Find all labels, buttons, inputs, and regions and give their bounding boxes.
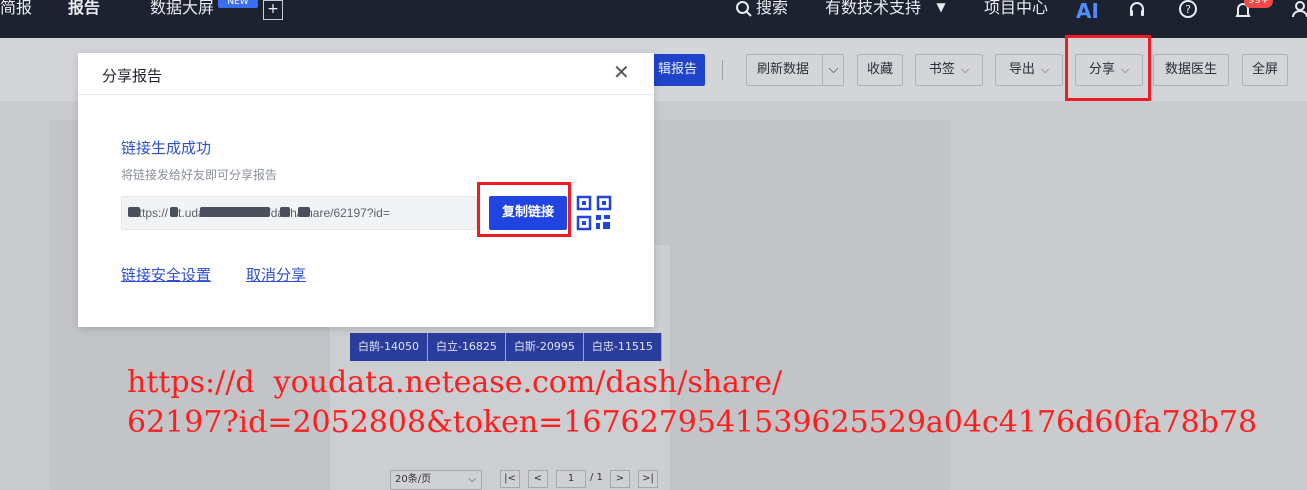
copy-highlight-frame: [477, 182, 571, 237]
share-hint: 将链接发给好友即可分享报告: [121, 168, 278, 182]
qr-code-icon[interactable]: [576, 195, 612, 231]
add-icon[interactable]: +: [263, 0, 283, 20]
nav-item-brief[interactable]: 简报: [0, 0, 32, 36]
nav-support[interactable]: 有数技术支持: [825, 0, 921, 36]
overlay-url-line-1: https://d youdata.netease.com/dash/share…: [127, 365, 783, 400]
link-security-settings-link[interactable]: 链接安全设置: [121, 264, 211, 285]
page-size-select[interactable]: 20条/页 ⌵: [390, 470, 482, 490]
redaction-mark: [200, 207, 270, 217]
nav-item-dashboard[interactable]: 数据大屏: [150, 0, 214, 36]
nav-search[interactable]: 搜索: [756, 0, 788, 36]
page-size-label: 20条/页: [395, 474, 432, 485]
refresh-data-label: 刷新数据: [757, 62, 810, 77]
overlay-url-line-2: 62197?id=2052808&token=16762795415396255…: [127, 405, 1258, 440]
modal-title: 分享报告: [102, 67, 163, 85]
user-icon[interactable]: [1289, 0, 1307, 22]
chevron-down-icon: ⌵: [1040, 63, 1050, 76]
refresh-data-button[interactable]: 刷新数据 ⌵: [746, 54, 844, 86]
headset-icon[interactable]: [1126, 0, 1148, 22]
name-tag[interactable]: 白鹄-14050: [350, 333, 428, 361]
redaction-mark: [170, 207, 178, 217]
notification-badge: 99+: [1244, 0, 1274, 8]
nav-project-center[interactable]: 项目中心: [984, 0, 1048, 36]
redaction-mark: [128, 207, 140, 217]
link-success-title: 链接生成成功: [121, 139, 212, 157]
share-link-field[interactable]: https:// dt.udata.neteas m/dash/share/62…: [121, 196, 477, 230]
redaction-mark: [280, 207, 290, 217]
first-page-button[interactable]: |<: [500, 470, 520, 488]
name-tag[interactable]: 白立-16825: [427, 333, 506, 361]
last-page-button[interactable]: >|: [638, 470, 658, 488]
prev-page-button[interactable]: <: [528, 470, 548, 488]
bookmark-label: 书签: [928, 62, 955, 77]
nav-item-report[interactable]: 报告: [68, 0, 100, 36]
top-nav: 简报 报告 数据大屏 NEW + 搜索 有数技术支持 ▼ 项目中心 AI ? 9…: [0, 0, 1307, 38]
chevron-down-icon: ⌵: [468, 474, 476, 485]
svg-text:?: ?: [1185, 3, 1191, 16]
cancel-share-link[interactable]: 取消分享: [246, 264, 306, 285]
share-highlight-frame: [1065, 35, 1151, 101]
caret-down-icon[interactable]: ▼: [930, 0, 952, 20]
favorite-button[interactable]: 收藏: [857, 54, 903, 86]
refresh-dropdown-chevron-icon[interactable]: ⌵: [822, 55, 844, 85]
modal-header: 分享报告 ✕: [78, 53, 654, 95]
help-icon[interactable]: ?: [1177, 0, 1199, 22]
name-tag[interactable]: 白斯-20995: [505, 333, 584, 361]
overlay-share-url: https://d youdata.netease.com/dash/share…: [127, 363, 1257, 443]
current-page-input[interactable]: 1: [556, 470, 586, 488]
data-doctor-button[interactable]: 数据医生: [1153, 54, 1229, 86]
search-icon[interactable]: [733, 0, 755, 22]
new-badge: NEW: [218, 0, 258, 8]
redaction-mark: [298, 207, 310, 217]
next-page-button[interactable]: >: [610, 470, 630, 488]
fullscreen-button[interactable]: 全屏: [1242, 54, 1288, 86]
total-pages: / 1: [590, 472, 603, 483]
export-button[interactable]: 导出 ⌵: [995, 54, 1063, 86]
name-tag[interactable]: 白忠-11515: [583, 333, 662, 361]
close-icon[interactable]: ✕: [613, 62, 630, 82]
ai-logo[interactable]: AI: [1076, 0, 1099, 23]
toolbar-divider: [722, 60, 723, 80]
name-tag-row: 白鹄-14050 白立-16825 白斯-20995 白忠-11515: [350, 333, 662, 361]
chevron-down-icon: ⌵: [960, 63, 970, 76]
export-label: 导出: [1008, 62, 1035, 77]
bookmark-button[interactable]: 书签 ⌵: [915, 54, 983, 86]
edit-report-button[interactable]: 辑报告: [650, 54, 705, 86]
